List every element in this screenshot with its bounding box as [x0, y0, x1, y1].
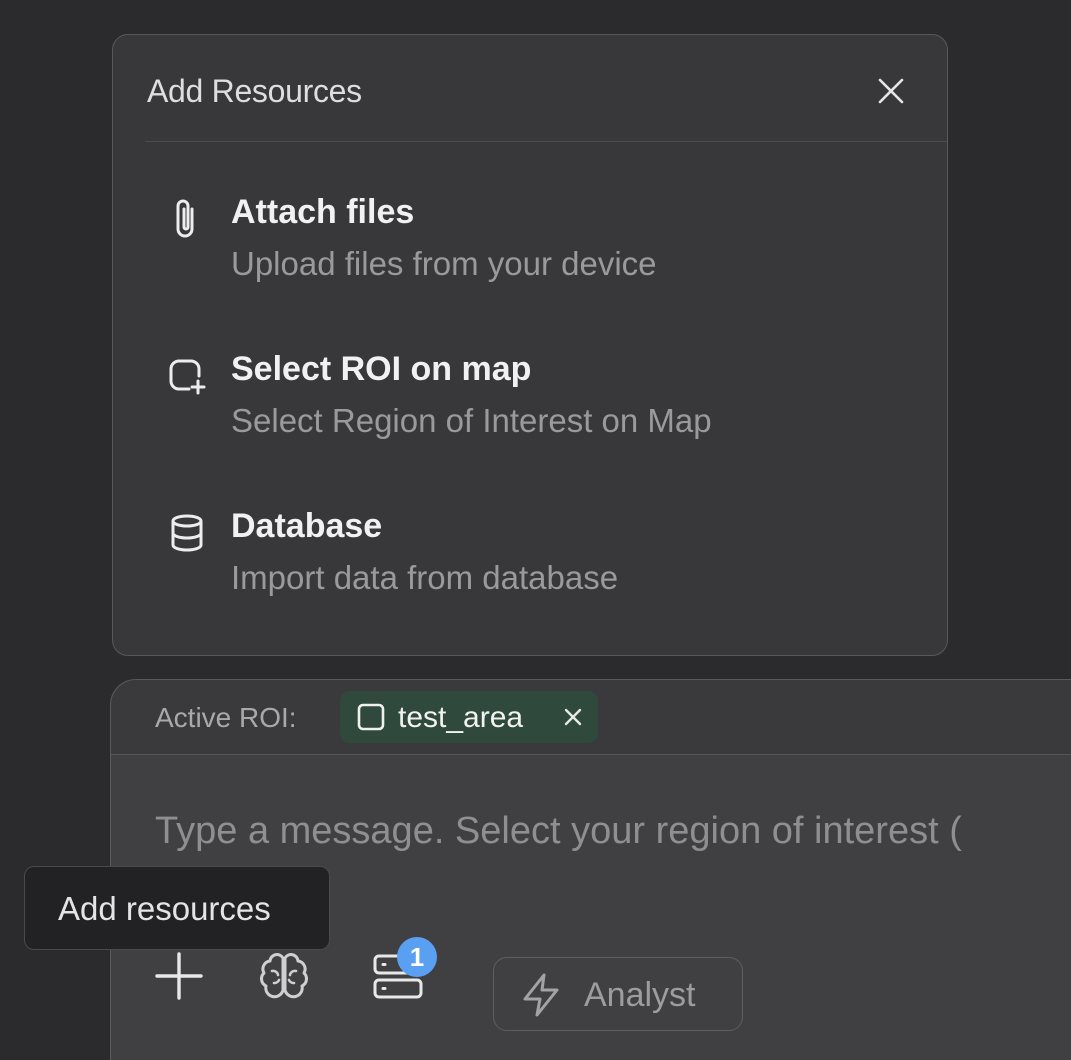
option-title: Attach files — [231, 193, 415, 231]
paperclip-icon — [159, 197, 215, 245]
plus-icon — [155, 952, 203, 1000]
lightning-icon — [523, 973, 559, 1017]
dialog-title: Add Resources — [147, 73, 362, 109]
app-stage: Add Resources Attach files Upload files … — [0, 0, 1071, 1060]
close-icon — [878, 78, 904, 104]
tooltip-text: Add resources — [58, 890, 271, 927]
message-input[interactable] — [155, 806, 1071, 856]
close-dialog-button[interactable] — [873, 73, 909, 109]
resource-count-badge: 1 — [397, 937, 437, 977]
square-icon — [357, 703, 385, 731]
database-icon — [159, 511, 215, 559]
brain-button[interactable] — [254, 946, 314, 1006]
active-roi-bar: Active ROI: test_area — [111, 680, 1071, 755]
mode-label: Analyst — [584, 976, 696, 1014]
option-title: Database — [231, 507, 383, 545]
option-select-roi[interactable]: Select ROI on map Select Region of Inter… — [159, 350, 899, 460]
option-database[interactable]: Database Import data from database — [159, 507, 899, 617]
roi-chip-label: test_area — [398, 701, 524, 734]
analyst-mode-button[interactable]: Analyst — [493, 957, 743, 1031]
add-resources-tooltip: Add resources — [24, 866, 330, 950]
option-description: Select Region of Interest on Map — [231, 402, 712, 439]
add-resources-button[interactable] — [149, 946, 209, 1006]
dialog-divider — [145, 141, 947, 142]
option-description: Upload files from your device — [231, 245, 657, 282]
add-resources-dialog: Add Resources Attach files Upload files … — [112, 34, 948, 656]
option-title: Select ROI on map — [231, 350, 532, 388]
remove-roi-button[interactable] — [560, 704, 586, 730]
square-plus-icon — [159, 354, 215, 402]
brain-icon — [260, 953, 308, 999]
option-attach-files[interactable]: Attach files Upload files from your devi… — [159, 193, 899, 303]
active-roi-label: Active ROI: — [155, 702, 297, 733]
close-icon — [564, 708, 582, 726]
roi-chip[interactable]: test_area — [340, 691, 598, 743]
option-description: Import data from database — [231, 559, 619, 596]
